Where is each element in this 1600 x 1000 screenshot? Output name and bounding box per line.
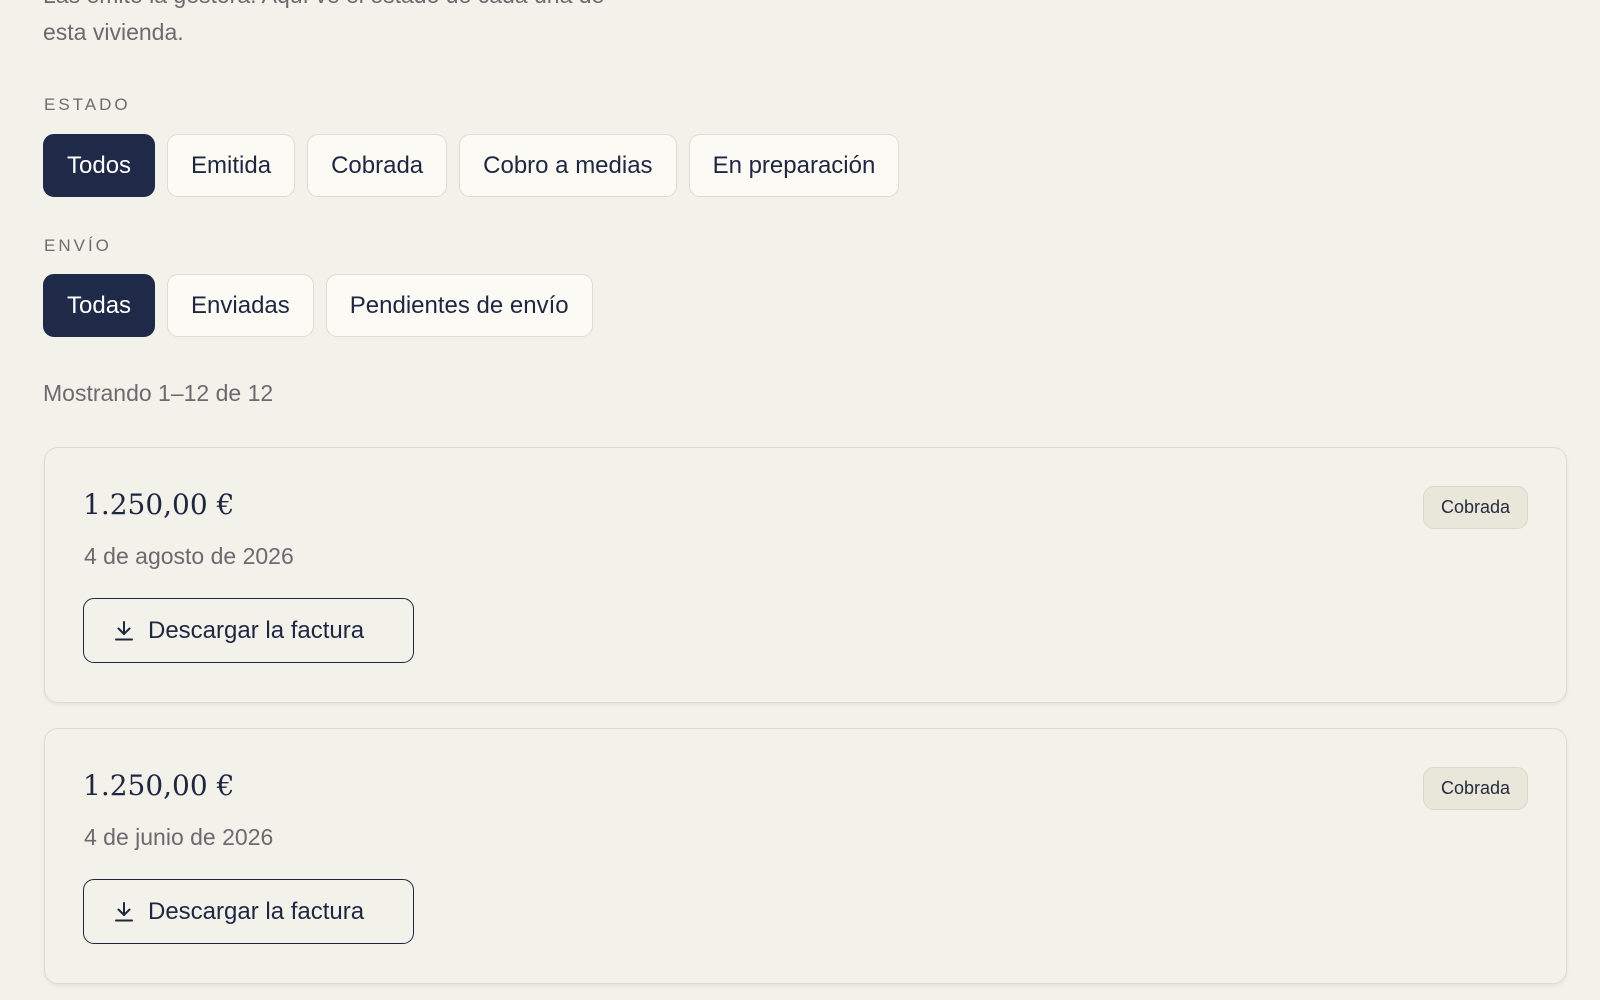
envio-filter-group: Todas Enviadas Pendientes de envío: [43, 274, 593, 337]
estado-filter-group: Todos Emitida Cobrada Cobro a medias En …: [43, 134, 900, 197]
estado-filter-todos[interactable]: Todos: [43, 134, 156, 197]
download-icon: [114, 901, 134, 923]
status-badge: Cobrada: [1422, 767, 1528, 810]
estado-filter-cobrada[interactable]: Cobrada: [307, 134, 448, 197]
invoice-amount: 1.250,00 €: [83, 769, 235, 802]
intro-line-2: esta vivienda.: [43, 19, 184, 45]
download-icon: [114, 620, 134, 642]
page-intro: Las emite la gestora. Aquí ve el estado …: [43, 0, 723, 51]
download-button-label: Descargar la factura: [148, 897, 365, 925]
estado-filter-label: ESTADO: [44, 95, 131, 114]
invoice-date: 4 de agosto de 2026: [84, 543, 294, 569]
invoices-page: Las emite la gestora. Aquí ve el estado …: [0, 0, 1600, 1000]
invoice-amount: 1.250,00 €: [83, 488, 235, 521]
intro-line-1: Las emite la gestora. Aquí ve el estado …: [43, 0, 604, 8]
envio-filter-label: ENVÍO: [44, 236, 112, 255]
download-button-label: Descargar la factura: [148, 616, 365, 644]
download-invoice-button[interactable]: Descargar la factura: [83, 879, 414, 944]
envio-filter-pendientes[interactable]: Pendientes de envío: [325, 274, 593, 337]
status-badge: Cobrada: [1422, 486, 1528, 529]
invoice-card: 1.250,00 € 4 de agosto de 2026 Cobrada D…: [44, 447, 1567, 703]
invoice-card: 1.250,00 € 4 de junio de 2026 Cobrada De…: [44, 728, 1567, 984]
results-count: Mostrando 1–12 de 12: [43, 380, 274, 406]
envio-filter-enviadas[interactable]: Enviadas: [167, 274, 314, 337]
estado-filter-en-preparacion[interactable]: En preparación: [688, 134, 900, 197]
envio-filter-todas[interactable]: Todas: [43, 274, 156, 337]
invoice-date: 4 de junio de 2026: [84, 824, 274, 850]
estado-filter-cobro-a-medias[interactable]: Cobro a medias: [459, 134, 677, 197]
estado-filter-emitida[interactable]: Emitida: [167, 134, 296, 197]
download-invoice-button[interactable]: Descargar la factura: [83, 598, 414, 663]
